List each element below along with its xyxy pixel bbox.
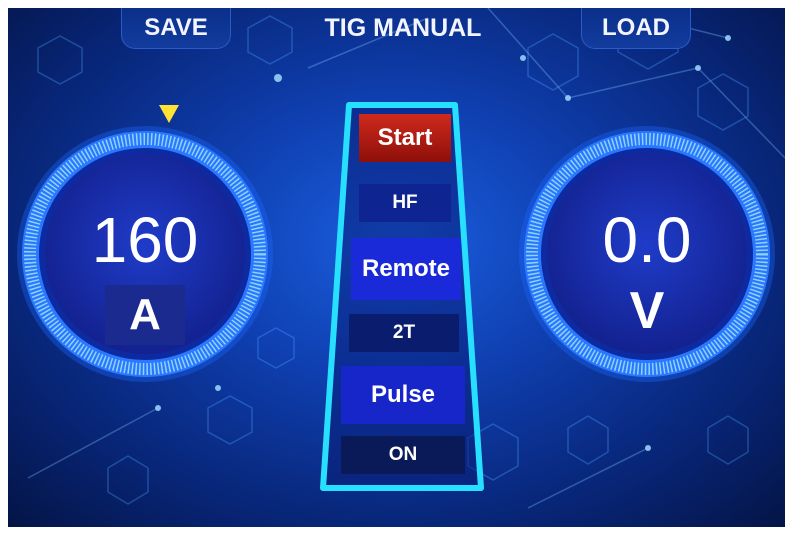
- voltage-unit: V: [629, 282, 665, 340]
- load-label: LOAD: [602, 14, 670, 41]
- pulse-mode-label: Pulse: [370, 381, 436, 408]
- load-button[interactable]: LOAD: [581, 8, 691, 49]
- voltage-gauge: 0.0 V: [516, 123, 778, 385]
- current-unit: A: [105, 285, 185, 345]
- remote-mode-value[interactable]: 2T: [349, 314, 459, 352]
- remote-mode-button[interactable]: Remote: [351, 238, 461, 300]
- start-mode-label: Start: [377, 124, 433, 151]
- current-value: 160: [91, 204, 199, 276]
- save-button[interactable]: SAVE: [121, 8, 231, 49]
- pulse-mode-button[interactable]: Pulse: [341, 366, 465, 424]
- triangle-down-icon: [159, 105, 179, 123]
- current-gauge[interactable]: 160 A: [14, 123, 276, 385]
- voltage-value: 0.0: [602, 204, 692, 276]
- mode-title: TIG MANUAL: [308, 8, 498, 48]
- start-mode-button[interactable]: Start: [359, 114, 451, 162]
- save-label: SAVE: [144, 14, 208, 41]
- pulse-mode-value[interactable]: ON: [341, 436, 465, 474]
- start-mode-value[interactable]: HF: [359, 184, 451, 222]
- welder-screen: SAVE TIG MANUAL LOAD 160 A 0.0 V Start H…: [8, 8, 785, 527]
- pulse-mode-value-label: ON: [388, 444, 418, 465]
- mode-panel: Start HF Remote 2T Pulse ON: [319, 100, 485, 492]
- remote-mode-value-label: 2T: [392, 322, 416, 343]
- remote-mode-label: Remote: [361, 255, 451, 282]
- mode-title-label: TIG MANUAL: [324, 13, 482, 42]
- start-mode-value-label: HF: [392, 192, 418, 213]
